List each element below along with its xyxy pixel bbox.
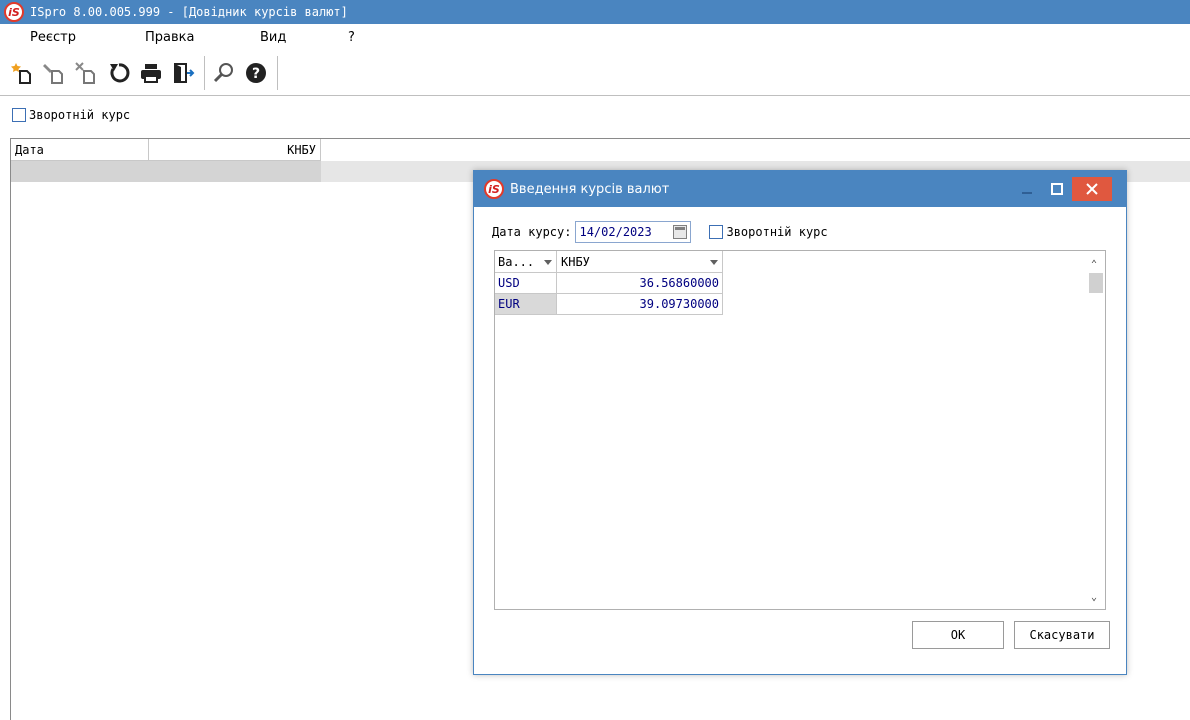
currency-cell[interactable]: EUR <box>495 294 557 315</box>
date-label: Дата курсу: <box>492 225 572 239</box>
calendar-icon[interactable] <box>673 225 688 239</box>
currency-grid-header: Ва... КНБУ <box>495 251 723 273</box>
delete-icon <box>75 61 95 84</box>
toolbar: ? <box>0 50 1190 96</box>
filter-dropdown-icon[interactable] <box>544 260 552 265</box>
selected-row-cells[interactable] <box>11 161 321 182</box>
ispro-logo-icon: iS <box>4 2 24 22</box>
refresh-button[interactable] <box>104 57 134 89</box>
column-header-knbu[interactable]: КНБУ <box>149 139 321 160</box>
scroll-thumb[interactable] <box>1089 273 1103 293</box>
ispro-logo-icon: iS <box>484 179 504 199</box>
scroll-down-icon[interactable]: ⌄ <box>1091 592 1097 603</box>
dialog-title: Введення курсів валют <box>510 181 670 197</box>
menu-reestr[interactable]: Реєстр <box>0 30 115 45</box>
delete-record-button[interactable] <box>72 57 102 89</box>
print-icon <box>141 63 161 83</box>
ok-button[interactable]: ОК <box>912 621 1004 649</box>
window-titlebar: iS ISpro 8.00.005.999 - [Довідник курсів… <box>0 0 1190 24</box>
dialog-reverse-rate-row: Зворотній курс <box>709 225 828 239</box>
toolbar-separator <box>204 55 205 90</box>
column-header-currency[interactable]: Ва... <box>495 251 557 272</box>
dialog-reverse-rate-label: Зворотній курс <box>726 225 828 239</box>
column-header-date[interactable]: Дата <box>11 139 149 160</box>
date-field[interactable]: 14/02/2023 <box>575 221 692 243</box>
exit-button[interactable] <box>168 57 198 89</box>
currency-cell[interactable]: USD <box>495 273 557 294</box>
minimize-icon <box>1022 192 1032 194</box>
table-row[interactable]: USD 36.56860000 <box>495 273 723 294</box>
svg-text:?: ? <box>252 66 260 82</box>
reverse-rate-label: Зворотній курс <box>29 108 131 122</box>
new-icon <box>11 62 31 84</box>
rate-entry-dialog: iS Введення курсів валют Дата курсу: 14/… <box>473 170 1127 675</box>
window-title: ISpro 8.00.005.999 - [Довідник курсів ва… <box>30 5 348 19</box>
edit-record-button[interactable] <box>40 57 70 89</box>
menu-vyd[interactable]: Вид <box>230 30 318 45</box>
close-icon <box>1086 183 1098 195</box>
column-header-knbu-label: КНБУ <box>561 255 590 269</box>
table-row[interactable]: EUR 39.09730000 <box>495 294 723 315</box>
reverse-rate-row: Зворотній курс <box>12 108 130 122</box>
menu-bar: Реєстр Правка Вид ? <box>0 24 1190 50</box>
reverse-rate-checkbox[interactable] <box>12 108 26 122</box>
new-record-button[interactable] <box>8 57 38 89</box>
rate-cell[interactable]: 39.09730000 <box>557 294 723 315</box>
menu-help[interactable]: ? <box>318 30 355 45</box>
minimize-button[interactable] <box>1012 177 1042 201</box>
toolbar-separator <box>277 55 278 90</box>
dialog-reverse-rate-checkbox[interactable] <box>709 225 724 239</box>
column-header-knbu[interactable]: КНБУ <box>557 251 723 272</box>
filter-dropdown-icon[interactable] <box>710 260 718 265</box>
search-button[interactable] <box>209 57 239 89</box>
help-icon: ? <box>246 62 266 83</box>
currency-rates-grid[interactable]: Ва... КНБУ USD 36.56860000 EUR 39.097300… <box>494 250 1106 610</box>
close-button[interactable] <box>1072 177 1112 201</box>
menu-pravka[interactable]: Правка <box>115 30 230 45</box>
rates-grid-header: Дата КНБУ <box>11 139 321 161</box>
cancel-button[interactable]: Скасувати <box>1014 621 1110 649</box>
rate-cell[interactable]: 36.56860000 <box>557 273 723 294</box>
scroll-up-icon[interactable]: ⌃ <box>1091 259 1097 270</box>
exit-icon <box>174 62 195 83</box>
date-value: 14/02/2023 <box>579 225 652 239</box>
maximize-icon <box>1051 183 1063 195</box>
date-row: Дата курсу: 14/02/2023 Зворотній курс <box>492 221 828 243</box>
column-header-currency-label: Ва... <box>498 255 535 269</box>
refresh-icon <box>110 62 130 82</box>
vertical-scrollbar[interactable]: ⌃ ⌄ <box>1087 251 1105 609</box>
print-button[interactable] <box>136 57 166 89</box>
maximize-button[interactable] <box>1042 177 1072 201</box>
edit-icon <box>43 63 63 84</box>
help-button[interactable]: ? <box>241 57 271 89</box>
search-icon <box>213 62 233 82</box>
